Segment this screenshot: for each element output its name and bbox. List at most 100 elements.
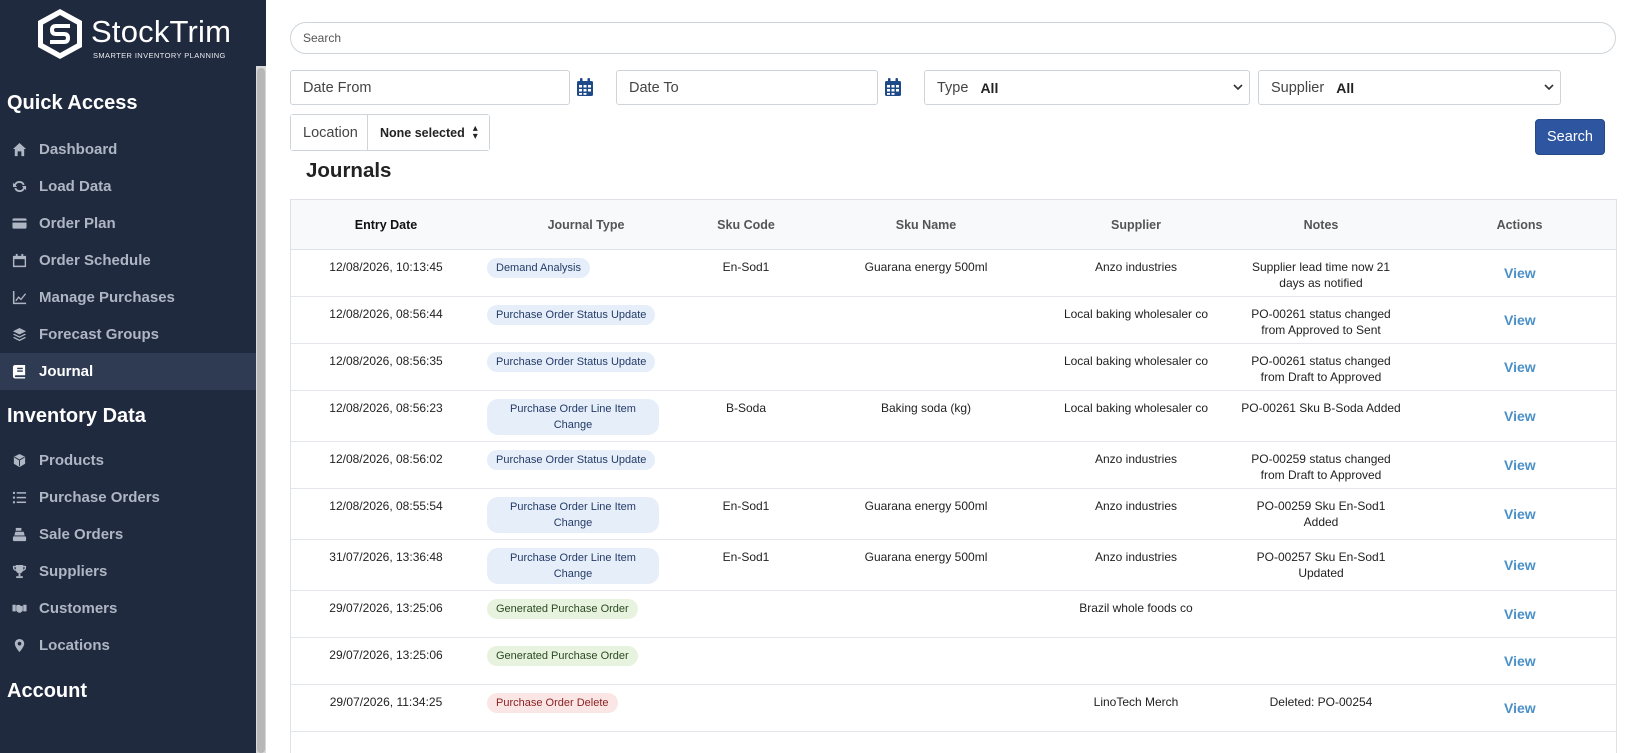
- journal-type-cell: Purchase Order Line Item Change: [481, 391, 691, 435]
- table-row: 29/07/2026, 13:25:06 Generated Purchase O…: [291, 638, 1616, 685]
- sidebar-item-label: Dashboard: [39, 141, 118, 158]
- supplier-filter[interactable]: Supplier All: [1258, 70, 1561, 105]
- supplier-cell: Local baking wholesaler co: [1063, 307, 1209, 321]
- sku-name-cell: Guarana energy 500ml: [864, 550, 988, 564]
- journal-type-cell: Generated Purchase Order: [481, 638, 691, 666]
- sidebar-item-order-schedule[interactable]: Order Schedule: [0, 242, 256, 279]
- view-link[interactable]: View: [1504, 606, 1536, 622]
- search-input[interactable]: [290, 22, 1616, 54]
- sku-name-cell: [801, 591, 1051, 600]
- brand-logo[interactable]: StockTrim SMARTER INVENTORY PLANNING: [37, 8, 231, 62]
- table-row: 31/07/2026, 13:36:48 Purchase Order Line …: [291, 540, 1616, 591]
- sidebar-item-products[interactable]: Products: [0, 442, 256, 479]
- journal-type-badge: Purchase Order Status Update: [487, 450, 656, 470]
- sku-name-cell: [801, 297, 1051, 306]
- sidebar-item-label: Locations: [39, 637, 110, 654]
- sidebar-item-order-plan[interactable]: Order Plan: [0, 205, 256, 242]
- view-link[interactable]: View: [1504, 653, 1536, 669]
- journal-type-cell: Purchase Order Status Update: [481, 442, 691, 470]
- view-link[interactable]: View: [1504, 557, 1536, 573]
- sidebar-item-customers[interactable]: Customers: [0, 590, 256, 627]
- chevron-down-icon[interactable]: [1538, 70, 1560, 105]
- view-link[interactable]: View: [1504, 265, 1536, 281]
- calendar-icon[interactable]: [885, 78, 901, 96]
- journal-type-badge: Purchase Order Line Item Change: [487, 497, 659, 533]
- journal-type-badge: Purchase Order Line Item Change: [487, 399, 659, 435]
- sidebar-item-label: Products: [39, 452, 105, 469]
- table-row: 12/08/2026, 08:55:54 Purchase Order Line …: [291, 489, 1616, 540]
- supplier-cell: Anzo industries: [1094, 499, 1178, 513]
- date-cell: 12/08/2026, 10:13:45: [329, 260, 443, 274]
- sidebar-scrollbar-thumb[interactable]: [257, 68, 265, 753]
- chevron-down-icon[interactable]: [1227, 70, 1249, 105]
- view-link[interactable]: View: [1504, 700, 1536, 716]
- book-icon: [11, 364, 27, 380]
- type-filter-value[interactable]: All: [980, 80, 1227, 96]
- journal-type-badge: Generated Purchase Order: [487, 599, 638, 619]
- journal-type-cell: Purchase Order Line Item Change: [481, 540, 691, 584]
- supplier-cell: Local baking wholesaler co: [1063, 401, 1209, 415]
- date-cell: 29/07/2026, 11:34:25: [329, 695, 443, 709]
- calendar-icon[interactable]: [577, 78, 593, 96]
- sku-code-cell: B-Soda: [725, 401, 767, 415]
- journal-type-badge: Purchase Order Status Update: [487, 305, 656, 325]
- sidebar-item-manage-purchases[interactable]: Manage Purchases: [0, 279, 256, 316]
- notes-cell: [1221, 591, 1421, 600]
- sidebar-item-suppliers[interactable]: Suppliers: [0, 553, 256, 590]
- sidebar-item-locations[interactable]: Locations: [0, 627, 256, 664]
- table-row: 29/07/2026, 11:34:25 Purchase Order Delet…: [291, 685, 1616, 732]
- line-chart-icon: [11, 290, 27, 306]
- notes-cell: PO-00261 status changed from Draft to Ap…: [1251, 354, 1391, 384]
- search-button[interactable]: Search: [1535, 119, 1605, 155]
- view-link[interactable]: View: [1504, 312, 1536, 328]
- sku-code-cell: [691, 344, 801, 353]
- date-from-input[interactable]: [290, 70, 570, 105]
- journal-type-cell: Demand Analysis: [481, 250, 691, 278]
- view-link[interactable]: View: [1504, 506, 1536, 522]
- supplier-cell: Local baking wholesaler co: [1063, 354, 1209, 368]
- sku-name-cell: [801, 638, 1051, 647]
- logo-badge-icon: [38, 9, 82, 59]
- layers-icon: [11, 327, 27, 343]
- sidebar: StockTrim SMARTER INVENTORY PLANNING Qui…: [0, 0, 266, 753]
- location-multiselect[interactable]: None selected ▴ ▾: [368, 115, 489, 150]
- sidebar-item-label: Manage Purchases: [39, 289, 175, 306]
- sidebar-item-forecast-groups[interactable]: Forecast Groups: [0, 316, 256, 353]
- calendar-icon: [11, 253, 27, 269]
- sku-name-cell: [801, 442, 1051, 451]
- sidebar-item-sale-orders[interactable]: Sale Orders: [0, 516, 256, 553]
- brand-name: StockTrim: [91, 14, 232, 49]
- sidebar-item-dashboard[interactable]: Dashboard: [0, 131, 256, 168]
- sidebar-item-purchase-orders[interactable]: Purchase Orders: [0, 479, 256, 516]
- location-filter-label: Location: [291, 115, 368, 150]
- date-to-input[interactable]: [616, 70, 878, 105]
- sidebar-item-label: Customers: [39, 600, 118, 617]
- supplier-filter-value[interactable]: All: [1336, 80, 1538, 96]
- sidebar-section-title: Quick Access: [7, 92, 138, 114]
- type-filter[interactable]: Type All: [924, 70, 1250, 105]
- supplier-cell: Anzo industries: [1094, 550, 1178, 564]
- table-row: 12/08/2026, 08:56:23 Purchase Order Line …: [291, 391, 1616, 442]
- sidebar-section-title: Inventory Data: [7, 405, 146, 427]
- journal-type-badge: Purchase Order Line Item Change: [487, 548, 659, 584]
- date-cell: 12/08/2026, 08:55:54: [329, 499, 443, 513]
- table-row: 12/08/2026, 08:56:35 Purchase Order Statu…: [291, 344, 1616, 391]
- table-row: 12/08/2026, 08:56:02 Purchase Order Statu…: [291, 442, 1616, 489]
- table-row: 12/08/2026, 10:13:45 Demand Analysis En-So…: [291, 250, 1616, 297]
- view-link[interactable]: View: [1504, 457, 1536, 473]
- sku-name-cell: [801, 344, 1051, 353]
- view-link[interactable]: View: [1504, 408, 1536, 424]
- column-header-entry-date[interactable]: Entry Date: [291, 200, 481, 250]
- location-filter[interactable]: Location None selected ▴ ▾: [290, 114, 490, 151]
- credit-card-icon: [11, 216, 27, 232]
- view-link[interactable]: View: [1504, 359, 1536, 375]
- sku-code-cell: [691, 685, 801, 694]
- journals-table: Entry Date Journal Type Sku Code Sku Name Su…: [290, 199, 1617, 753]
- refresh-icon: [11, 179, 27, 195]
- sku-code-cell: [691, 297, 801, 306]
- supplier-cell: LinoTech Merch: [1093, 695, 1179, 709]
- sidebar-item-load-data[interactable]: Load Data: [0, 168, 256, 205]
- sidebar-item-label: Journal: [39, 363, 94, 380]
- sidebar-item-journal[interactable]: Journal: [0, 353, 256, 390]
- notes-cell: Supplier lead time now 21 days as notifi…: [1251, 260, 1391, 290]
